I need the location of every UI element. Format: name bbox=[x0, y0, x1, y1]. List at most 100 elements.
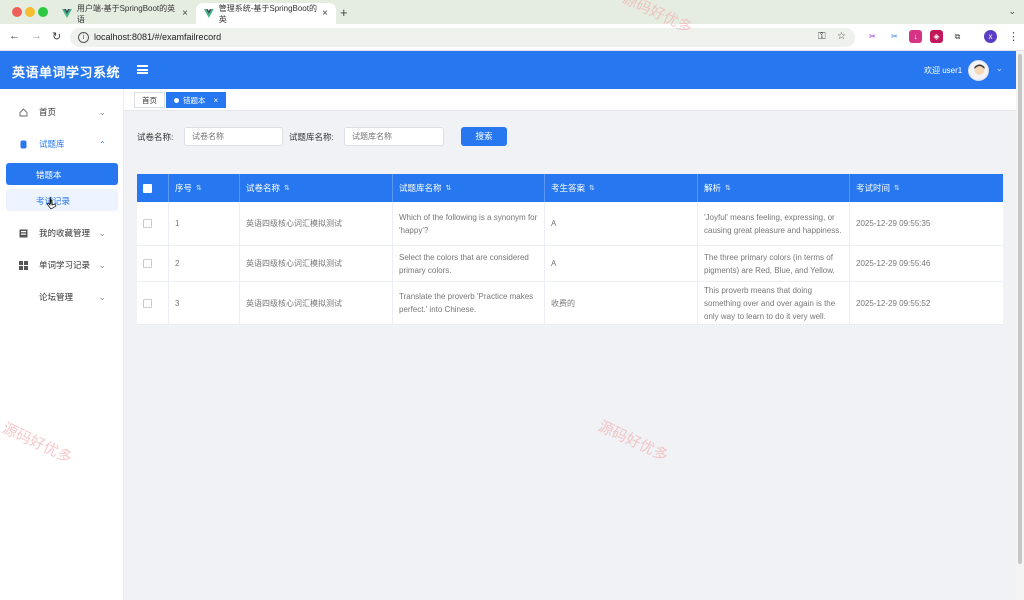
cell-index: 3 bbox=[169, 282, 240, 324]
row-checkbox[interactable] bbox=[143, 219, 152, 228]
sort-icon[interactable]: ⇅ bbox=[894, 185, 900, 192]
browser-toolbar: ← → ↻ i localhost:8081/#/examfailrecord … bbox=[0, 24, 1024, 51]
search-button[interactable]: 搜索 bbox=[461, 127, 507, 146]
cell-question: Which of the following is a synonym for … bbox=[393, 202, 545, 245]
cell-analysis: This proverb means that doing something … bbox=[698, 282, 850, 324]
column-header-question[interactable]: 试题库名称 ⇅ bbox=[393, 174, 545, 202]
row-select-cell bbox=[137, 202, 169, 245]
tools-extension-icon[interactable]: ✂ bbox=[888, 30, 901, 43]
back-arrow-icon[interactable]: ← bbox=[9, 30, 20, 42]
table-row[interactable]: 1 英语四级核心词汇模拟测试 Which of the following is… bbox=[137, 202, 1003, 246]
chevron-up-icon: ⌃ bbox=[99, 139, 106, 149]
sidebar-subitem-wrong-questions[interactable]: 错题本 bbox=[6, 163, 118, 185]
search-form: 试卷名称: 试题库名称: 搜索 bbox=[124, 111, 1016, 171]
cell-paper: 英语四级核心词汇模拟测试 bbox=[240, 202, 393, 245]
column-header-answer[interactable]: 考生答案 ⇅ bbox=[545, 174, 698, 202]
sidebar-item-word-records[interactable]: 单词学习记录 ⌄ bbox=[0, 254, 124, 276]
select-all-checkbox[interactable] bbox=[143, 183, 152, 193]
table-row[interactable]: 2 英语四级核心词汇模拟测试 Select the colors that ar… bbox=[137, 246, 1003, 282]
shield-extension-icon[interactable]: ◈ bbox=[930, 30, 943, 43]
column-header-label: 解析 bbox=[704, 183, 722, 193]
sidebar: 首页 ⌄ 试题库 ⌃ 错题本 考试记录 我的收藏管理 ⌄ 单词学习记录 ⌄ 论坛… bbox=[0, 89, 124, 600]
column-header-index[interactable]: 序号 ⇅ bbox=[169, 174, 240, 202]
tag-home[interactable]: 首页 bbox=[134, 92, 165, 108]
watermark-text: 源码好优多 bbox=[595, 417, 671, 465]
cell-index: 2 bbox=[169, 246, 240, 281]
chevron-down-icon: ⌄ bbox=[99, 260, 106, 270]
sidebar-item-label: 我的收藏管理 bbox=[39, 228, 91, 238]
table-row[interactable]: 3 英语四级核心词汇模拟测试 Translate the proverb 'Pr… bbox=[137, 282, 1003, 325]
tags-view-bar: 首页 错题本 × bbox=[124, 89, 1016, 111]
window-zoom-button[interactable] bbox=[38, 7, 48, 17]
sidebar-item-label: 单词学习记录 bbox=[39, 260, 91, 270]
paper-name-label: 试卷名称: bbox=[137, 132, 174, 142]
cell-paper: 英语四级核心词汇模拟测试 bbox=[240, 282, 393, 324]
sort-icon[interactable]: ⇅ bbox=[725, 185, 731, 192]
cell-question: Select the colors that are considered pr… bbox=[393, 246, 545, 281]
profile-icon[interactable]: x bbox=[984, 30, 997, 43]
new-tab-button[interactable]: + bbox=[340, 5, 348, 20]
tag-close-icon[interactable]: × bbox=[214, 96, 219, 105]
cell-index: 1 bbox=[169, 202, 240, 245]
row-select-cell bbox=[137, 246, 169, 281]
browser-menu-icon[interactable]: ⋮ bbox=[1008, 30, 1019, 43]
welcome-text: 欢迎 user1 bbox=[924, 66, 963, 75]
sidebar-subitem-exam-records[interactable]: 考试记录 bbox=[6, 189, 118, 211]
user-menu-chevron-icon[interactable]: ⌄ bbox=[996, 64, 1003, 73]
paper-name-input[interactable] bbox=[184, 127, 283, 146]
sidebar-item-favorites[interactable]: 我的收藏管理 ⌄ bbox=[0, 222, 124, 244]
sidebar-item-home[interactable]: 首页 ⌄ bbox=[0, 101, 124, 123]
puzzle-extension-icon[interactable]: ⧉ bbox=[951, 30, 964, 43]
row-checkbox[interactable] bbox=[143, 259, 152, 268]
bank-name-label: 试题库名称: bbox=[289, 132, 334, 142]
sort-icon[interactable]: ⇅ bbox=[284, 185, 290, 192]
key-icon[interactable]: ⚿ bbox=[818, 31, 826, 42]
sort-icon[interactable]: ⇅ bbox=[196, 185, 202, 192]
sidebar-item-question-bank[interactable]: 试题库 ⌃ bbox=[0, 133, 124, 155]
user-avatar[interactable] bbox=[968, 60, 989, 81]
tab-label: 管理系统-基于SpringBoot的英 bbox=[218, 3, 317, 24]
address-bar[interactable]: i localhost:8081/#/examfailrecord ⚿ ☆ bbox=[70, 28, 855, 47]
sidebar-item-forum[interactable]: 论坛管理 ⌄ bbox=[0, 286, 124, 308]
site-info-icon[interactable]: i bbox=[78, 32, 89, 43]
forward-arrow-icon[interactable]: → bbox=[31, 30, 42, 42]
sidebar-item-label: 试题库 bbox=[39, 139, 65, 149]
cell-answer: 收费的 bbox=[545, 282, 698, 324]
tab-label: 用户端-基于SpringBoot的英语 bbox=[76, 3, 176, 24]
browser-tab-user[interactable]: 用户端-基于SpringBoot的英语 × bbox=[54, 3, 196, 24]
tag-label: 错题本 bbox=[183, 95, 206, 105]
cell-answer: A bbox=[545, 246, 698, 281]
sort-icon[interactable]: ⇅ bbox=[589, 185, 595, 192]
page-scrollbar[interactable] bbox=[1016, 51, 1024, 600]
quiz-icon bbox=[20, 140, 27, 148]
tab-search-chevron-icon[interactable]: ⌄ bbox=[1008, 6, 1016, 17]
column-header-paper[interactable]: 试卷名称 ⇅ bbox=[240, 174, 393, 202]
tag-wrong-questions[interactable]: 错题本 × bbox=[166, 92, 227, 108]
scissors-extension-icon[interactable]: ✂ bbox=[866, 30, 879, 43]
cell-analysis: The three primary colors (in terms of pi… bbox=[698, 246, 850, 281]
tab-close-icon[interactable]: × bbox=[182, 8, 188, 19]
bookmark-star-icon[interactable]: ☆ bbox=[837, 31, 846, 42]
reload-icon[interactable]: ↻ bbox=[52, 30, 61, 43]
column-header-time[interactable]: 考试时间 ⇅ bbox=[850, 174, 1003, 202]
sort-icon[interactable]: ⇅ bbox=[446, 185, 452, 192]
home-icon bbox=[19, 107, 28, 116]
sidebar-subitem-label: 错题本 bbox=[36, 170, 62, 180]
tab-close-icon[interactable]: × bbox=[322, 8, 328, 19]
row-select-cell bbox=[137, 282, 169, 324]
browser-tab-admin[interactable]: 管理系统-基于SpringBoot的英 × bbox=[196, 3, 336, 24]
avatar-face-icon bbox=[974, 64, 985, 80]
column-header-label: 考生答案 bbox=[551, 183, 586, 193]
download-extension-icon[interactable]: ↓ bbox=[909, 30, 922, 43]
window-close-button[interactable] bbox=[12, 7, 22, 17]
menu-toggle-icon[interactable] bbox=[137, 65, 148, 74]
column-header-analysis[interactable]: 解析 ⇅ bbox=[698, 174, 850, 202]
active-dot-icon bbox=[174, 97, 179, 103]
scrollbar-thumb[interactable] bbox=[1018, 54, 1022, 564]
tag-label: 首页 bbox=[142, 95, 157, 105]
column-header-label: 考试时间 bbox=[856, 183, 891, 193]
bank-name-input[interactable] bbox=[344, 127, 444, 146]
window-minimize-button[interactable] bbox=[25, 7, 35, 17]
cell-time: 2025-12-29 09:55:52 bbox=[856, 298, 931, 308]
row-checkbox[interactable] bbox=[143, 298, 152, 308]
